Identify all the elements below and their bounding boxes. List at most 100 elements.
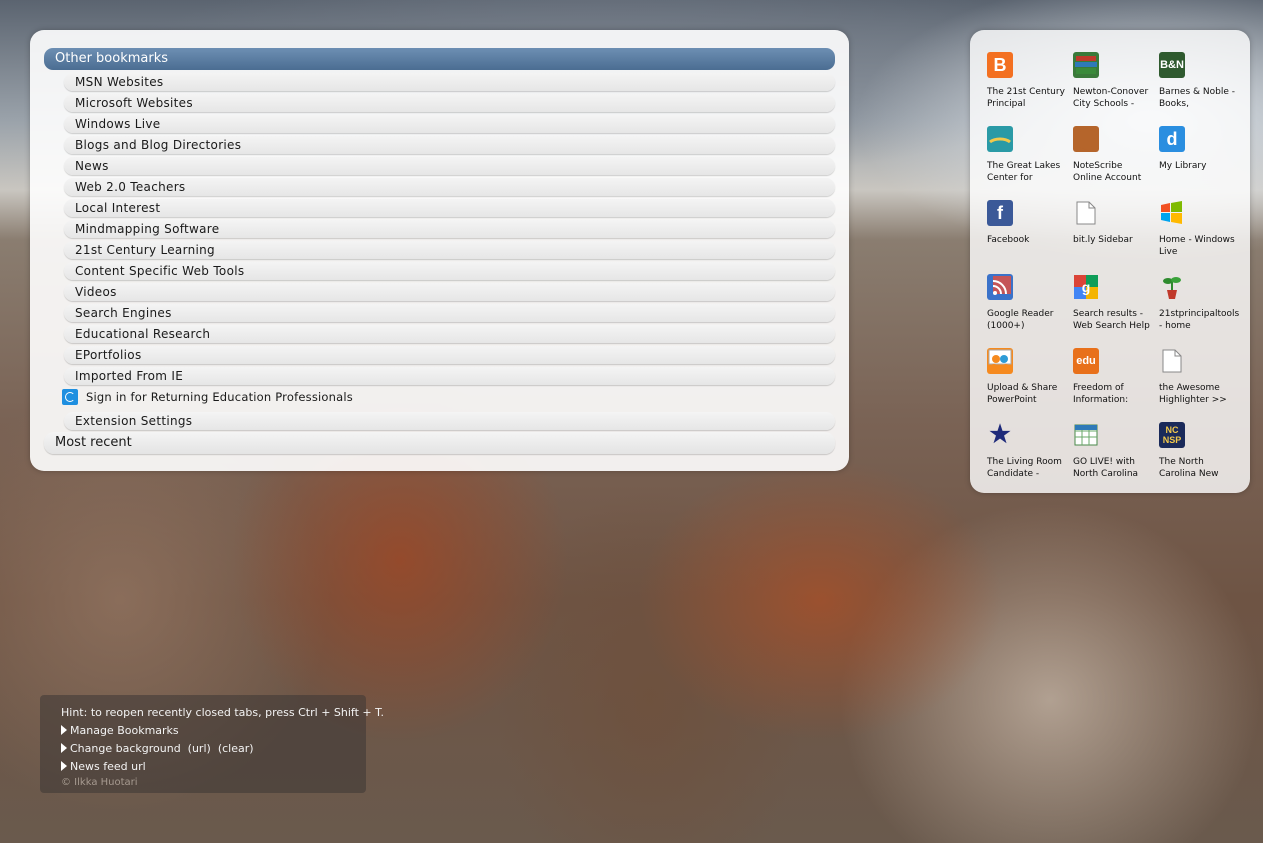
speed-dial-label-line: My Library: [1159, 161, 1207, 171]
speed-dial-label-line: the Awesome: [1159, 383, 1220, 393]
hint-text: Hint: to reopen recently closed tabs, pr…: [61, 706, 385, 719]
bookmark-folder[interactable]: Blogs and Blog Directories: [64, 136, 835, 154]
bookmark-folder[interactable]: Imported From IE: [64, 367, 835, 385]
speed-dial-label-line: North Carolina: [1073, 469, 1139, 479]
speed-dial-label-line: GO LIVE! with: [1073, 457, 1135, 467]
link-favicon-icon: [62, 389, 78, 405]
most-recent-header[interactable]: Most recent: [44, 432, 835, 454]
speed-dial-tile[interactable]: Upload & Share PowerPoint: [987, 348, 1069, 408]
page-icon: [1073, 200, 1099, 226]
other-bookmarks-header[interactable]: Other bookmarks: [44, 48, 835, 70]
speed-dial-tile[interactable]: NoteScribe Online Account: [1073, 126, 1155, 186]
speed-dial-label-line: Web Search Help: [1073, 321, 1150, 331]
bookmark-folder[interactable]: Web 2.0 Teachers: [64, 178, 835, 196]
rss-reader-icon: [987, 274, 1013, 300]
speed-dial-label-line: Home - Windows: [1159, 235, 1235, 245]
books-icon: [1073, 52, 1099, 78]
speed-dial-label-line: Search results -: [1073, 309, 1144, 319]
speed-dial-label: The Living Room Candidate -: [987, 456, 1071, 480]
svg-text:g: g: [1082, 279, 1091, 295]
speed-dial-tile[interactable]: B The 21st Century Principal: [987, 52, 1069, 112]
speed-dial-tile[interactable]: f Facebook: [987, 200, 1069, 260]
speed-dial-label-line: The 21st Century: [987, 87, 1065, 97]
speed-dial-label: The 21st Century Principal: [987, 86, 1071, 110]
speed-dial-label: The Great Lakes Center for: [987, 160, 1071, 184]
change-background-link[interactable]: Change background: [70, 742, 181, 755]
bookmark-folder[interactable]: Local Interest: [64, 199, 835, 217]
notescribe-icon: [1073, 126, 1099, 152]
speed-dial-label-line: The Great Lakes: [987, 161, 1061, 171]
bookmark-folder[interactable]: News: [64, 157, 835, 175]
speed-dial-tile[interactable]: B&N Barnes & Noble - Books,: [1159, 52, 1241, 112]
bookmarks-panel: Other bookmarks MSN Websites Microsoft We…: [30, 30, 849, 471]
bookmark-folder[interactable]: Videos: [64, 283, 835, 301]
speed-dial-tile[interactable]: The Great Lakes Center for: [987, 126, 1069, 186]
bookmark-folder[interactable]: Educational Research: [64, 325, 835, 343]
background-url-link[interactable]: (url): [188, 742, 211, 755]
speed-dial-label: Google Reader (1000+): [987, 308, 1071, 332]
speed-dial-label-line: Upload & Share: [987, 383, 1058, 393]
speed-dial-tile[interactable]: bit.ly Sidebar: [1073, 200, 1155, 260]
speed-dial-tile[interactable]: Google Reader (1000+): [987, 274, 1069, 334]
bookmark-folder[interactable]: Mindmapping Software: [64, 220, 835, 238]
speed-dial-tile[interactable]: NC NSP The North Carolina New: [1159, 422, 1241, 482]
bookmark-folder[interactable]: Content Specific Web Tools: [64, 262, 835, 280]
speed-dial-label-line: Carolina New: [1159, 469, 1219, 479]
edu-icon: edu: [1073, 348, 1099, 374]
speed-dial-label-line: Principal: [987, 99, 1026, 109]
speed-dial-tile[interactable]: Home - Windows Live: [1159, 200, 1241, 260]
speed-dial-label-line: Freedom of: [1073, 383, 1124, 393]
speed-dial-label-line: Information:: [1073, 395, 1129, 405]
speed-dial-label: Search results - Web Search Help: [1073, 308, 1157, 332]
background-clear-link[interactable]: (clear): [218, 742, 254, 755]
speed-dial-tile[interactable]: 21stprincipaltools - home: [1159, 274, 1241, 334]
speed-dial-label: Facebook: [987, 234, 1071, 246]
speed-dial-label-line: Live: [1159, 247, 1178, 257]
speed-dial-tile[interactable]: d My Library: [1159, 126, 1241, 186]
change-background-row: Change background (url) (clear): [61, 741, 254, 757]
bookmark-folder[interactable]: MSN Websites: [64, 73, 835, 91]
spreadsheet-icon: [1073, 422, 1099, 448]
bookmark-folder[interactable]: Search Engines: [64, 304, 835, 322]
speed-dial-label-line: Newton-Conover: [1073, 87, 1149, 97]
speed-dial-label-line: City Schools -: [1073, 99, 1135, 109]
manage-bookmarks-link[interactable]: Manage Bookmarks: [61, 723, 179, 739]
triangle-right-icon: [61, 743, 67, 753]
speed-dial-label-line: Candidate -: [987, 469, 1040, 479]
speed-dial-label: GO LIVE! with North Carolina: [1073, 456, 1157, 480]
triangle-right-icon: [61, 761, 67, 771]
triangle-right-icon: [61, 725, 67, 735]
speed-dial-label: Home - Windows Live: [1159, 234, 1243, 258]
speed-dial-label-line: NoteScribe: [1073, 161, 1123, 171]
bookmark-folder[interactable]: EPortfolios: [64, 346, 835, 364]
speed-dial-tile[interactable]: ★ The Living Room Candidate -: [987, 422, 1069, 482]
bookmark-link-label: Sign in for Returning Education Professi…: [86, 390, 353, 404]
bookmark-folder[interactable]: Microsoft Websites: [64, 94, 835, 112]
speed-dial-tile[interactable]: the Awesome Highlighter >>: [1159, 348, 1241, 408]
speed-dial-label-line: Books,: [1159, 99, 1189, 109]
speed-dial-label: Upload & Share PowerPoint: [987, 382, 1071, 406]
speed-dial-tile[interactable]: edu Freedom of Information:: [1073, 348, 1155, 408]
bookmark-folder[interactable]: Windows Live: [64, 115, 835, 133]
speed-dial-label: Newton-Conover City Schools -: [1073, 86, 1157, 110]
speed-dial-tile[interactable]: Newton-Conover City Schools -: [1073, 52, 1155, 112]
news-feed-url-link[interactable]: News feed url: [61, 759, 146, 775]
speed-dial-label-line: Online Account: [1073, 173, 1142, 183]
speed-dial-label-line: Highlighter >>: [1159, 395, 1227, 405]
speed-dial-tile[interactable]: g Search results - Web Search Help: [1073, 274, 1155, 334]
speed-dial-tile[interactable]: GO LIVE! with North Carolina: [1073, 422, 1155, 482]
speed-dial-label-line: Center for: [987, 173, 1033, 183]
speed-dial-label-line: Google Reader: [987, 309, 1054, 319]
facebook-icon: f: [987, 200, 1013, 226]
speed-dial-label-line: 21stprincipaltools: [1159, 309, 1240, 319]
speed-dial-label: 21stprincipaltools - home: [1159, 308, 1243, 332]
speed-dial-label: the Awesome Highlighter >>: [1159, 382, 1243, 406]
speed-dial-label-line: (1000+): [987, 321, 1025, 331]
delicious-icon: d: [1159, 126, 1185, 152]
great-lakes-icon: [987, 126, 1013, 152]
bookmark-folder[interactable]: 21st Century Learning: [64, 241, 835, 259]
speed-dial-label: My Library: [1159, 160, 1243, 172]
bookmark-link-sign-in[interactable]: Sign in for Returning Education Professi…: [62, 387, 353, 407]
extension-settings-item[interactable]: Extension Settings: [64, 412, 835, 430]
blogger-icon: B: [987, 52, 1013, 78]
